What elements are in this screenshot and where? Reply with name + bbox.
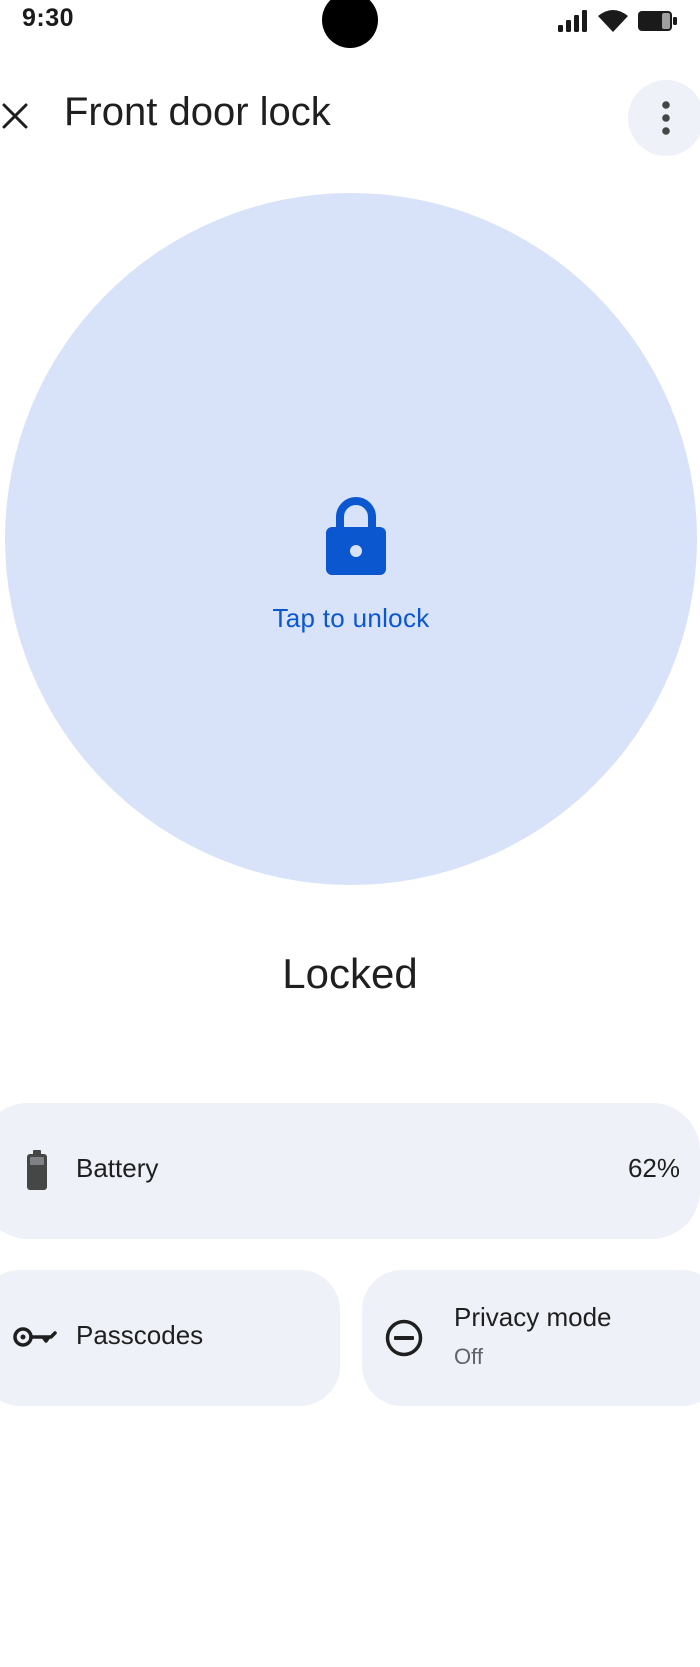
close-button[interactable] bbox=[0, 92, 30, 140]
passcodes-label: Passcodes bbox=[76, 1320, 204, 1350]
signal-icon bbox=[558, 10, 587, 32]
privacy-mode-card[interactable]: Privacy mode Off bbox=[362, 1270, 700, 1406]
battery-label: Battery bbox=[76, 1153, 159, 1183]
status-icons bbox=[558, 10, 678, 32]
camera-cutout bbox=[322, 0, 378, 48]
lock-icon bbox=[326, 497, 386, 575]
status-bar: 9:30 bbox=[0, 0, 700, 48]
battery-value: 62% bbox=[627, 1153, 680, 1183]
battery-card[interactable]: Battery 62% bbox=[0, 1103, 700, 1239]
key-icon bbox=[13, 1327, 57, 1347]
status-time: 9:30 bbox=[22, 4, 75, 32]
more-vert-icon bbox=[662, 101, 670, 135]
tap-to-unlock-label: Tap to unlock bbox=[272, 603, 430, 633]
privacy-mode-label: Privacy mode bbox=[454, 1302, 612, 1332]
privacy-mode-status: Off bbox=[454, 1344, 483, 1369]
battery-icon bbox=[27, 1150, 47, 1190]
lock-status: Locked bbox=[282, 950, 418, 997]
wifi-icon bbox=[598, 10, 628, 32]
battery-status-icon bbox=[638, 11, 677, 31]
passcodes-card[interactable]: Passcodes bbox=[0, 1270, 340, 1406]
close-icon bbox=[2, 103, 28, 129]
page-title: Front door lock bbox=[64, 90, 331, 134]
app-bar: Front door lock bbox=[0, 70, 700, 162]
more-options-button[interactable] bbox=[628, 80, 700, 156]
do-not-disturb-icon bbox=[385, 1319, 423, 1357]
lock-toggle-button[interactable]: Tap to unlock bbox=[5, 193, 697, 885]
